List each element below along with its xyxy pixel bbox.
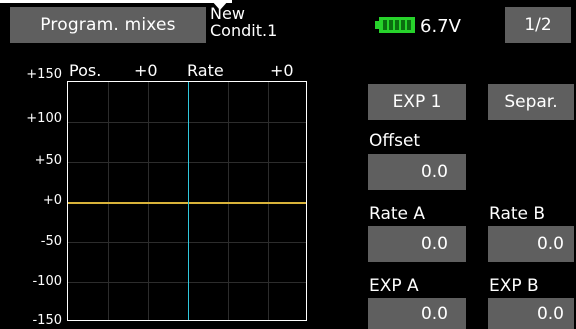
y-label: +0 [42,193,62,208]
exp-a-label: EXP A [369,276,419,296]
condition-indicator-line [0,0,232,3]
rate-label: Rate [187,61,224,80]
rate-b-value-button[interactable]: 0.0 [488,226,574,262]
condition-name: New Condit.1 [210,5,277,39]
y-label: +100 [26,111,62,126]
rate-a-value-button[interactable]: 0.0 [368,226,466,262]
exp-a-value-button[interactable]: 0.0 [368,298,466,329]
battery-icon [375,17,415,33]
rate-b-label: Rate B [489,204,546,224]
condition-name-line1: New [210,4,245,23]
offset-value-button[interactable]: 0.0 [368,154,466,190]
condition-name-line2: Condit.1 [210,21,278,40]
y-label: -100 [32,274,62,289]
mix-curve-line [68,202,306,204]
rate-value: +0 [270,61,294,80]
pos-value: +0 [134,61,158,80]
separate-button[interactable]: Separ. [488,84,574,120]
exp1-button[interactable]: EXP 1 [368,84,466,120]
y-label: -150 [32,313,62,328]
y-label: +50 [34,153,62,168]
battery-voltage: 6.7V [420,16,461,37]
position-marker-line [188,82,189,320]
rate-a-label: Rate A [369,204,426,224]
mix-curve-graph[interactable] [67,81,307,321]
y-label: -50 [40,234,62,249]
page-indicator-button[interactable]: 1/2 [505,7,571,43]
title-button[interactable]: Program. mixes [10,7,206,43]
offset-label: Offset [369,131,421,151]
pos-label: Pos. [69,61,102,80]
exp-b-value-button[interactable]: 0.0 [488,298,574,329]
exp-b-label: EXP B [489,276,539,296]
y-label: +150 [26,67,62,82]
